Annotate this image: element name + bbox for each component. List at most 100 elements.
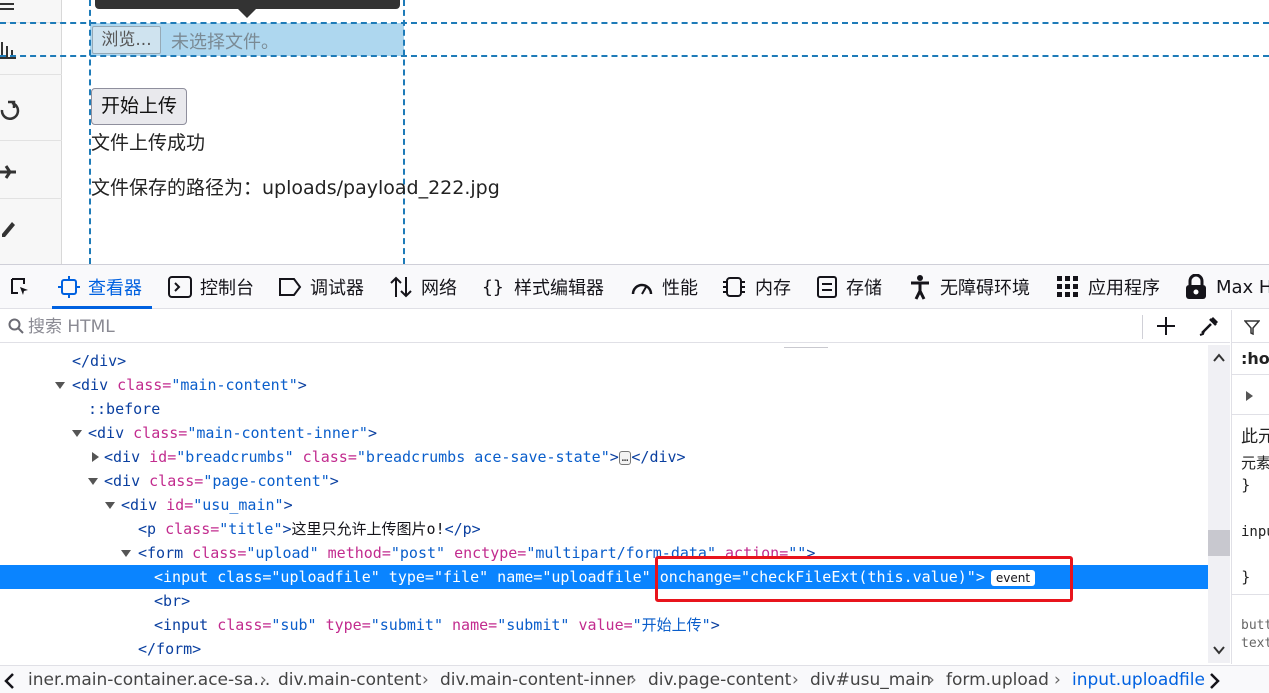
markup-row[interactable]: <p class="title">这里只允许上传图片o!</p> [0,517,1208,541]
tab-label: 无障碍环境 [940,278,1030,299]
expand-toggle[interactable] [72,430,82,437]
markup-scrollbar[interactable] [1208,345,1230,663]
file-input-highlight[interactable]: 浏览... 未选择文件。 [90,23,404,56]
html-search-input[interactable] [28,314,1128,340]
expand-toggle[interactable] [88,478,98,485]
memory-icon [723,277,745,297]
markup-row[interactable]: <div class="main-content"> [0,373,1208,397]
rule-selector: inpu [1241,524,1269,540]
scroll-down-icon[interactable] [1213,645,1225,655]
share-icon[interactable] [0,98,20,122]
active-tab-indicator [52,306,152,309]
attr-name: class= [140,472,204,490]
breadcrumb-item[interactable]: form.upload [946,670,1049,690]
add-node-icon[interactable] [1156,316,1176,336]
markup-row[interactable]: <div id="usu_main"> [0,493,1208,517]
tag: > [297,376,307,394]
tag: <br> [154,592,191,610]
browse-button[interactable]: 浏览... [92,26,161,54]
performance-icon [631,283,653,295]
annotation-highlight-box [655,556,1073,602]
attr-name: class= [124,424,188,442]
tab-memory[interactable]: 内存 [721,265,791,309]
tab-application[interactable]: 应用程序 [1056,265,1160,309]
page-sidebar [0,0,62,264]
expand-toggle[interactable] [92,452,99,462]
pencil-icon[interactable] [0,214,20,238]
tab-label: 调试器 [310,278,364,299]
console-icon [168,276,192,298]
attr-value: "开始上传" [632,616,711,634]
expand-toggle[interactable] [121,550,131,557]
inspector-icon [58,276,80,298]
breadcrumb-scroll-left-icon[interactable] [4,673,16,689]
hover-toggle[interactable]: :hov [1241,349,1269,368]
attr-name: class= [293,448,357,466]
devtools-panel: 查看器 控制台 调试器 网络 {} 样式编辑器 性能 内存 存储 无障碍环境 应… [0,264,1269,693]
collapsed-children-button[interactable]: … [618,450,632,465]
attr-name: method= [318,544,391,562]
tab-network[interactable]: 网络 [389,265,457,309]
tag: <p [138,520,157,538]
attr-name: class= [108,376,172,394]
markup-row[interactable]: <div class="page-content"> [0,469,1208,493]
rule-selector: butt [1241,618,1269,633]
tab-storage[interactable]: 存储 [816,265,882,309]
breadcrumb-separator: › [928,670,935,690]
markup-row[interactable]: </form> [0,637,1208,661]
breadcrumb-separator: › [260,670,267,690]
markup-row[interactable]: </div> [0,349,1208,373]
breadcrumb-item[interactable]: iner.main-container.ace-sa… [28,670,270,690]
element-picker-button[interactable] [8,265,40,309]
tab-console[interactable]: 控制台 [168,265,254,309]
tag: <input [154,568,209,586]
tab-style-editor[interactable]: {} 样式编辑器 [482,265,604,309]
devtools-toolbar: 查看器 控制台 调试器 网络 {} 样式编辑器 性能 内存 存储 无障碍环境 应… [0,265,1269,309]
tab-debugger[interactable]: 调试器 [278,265,364,309]
expand-toggle[interactable] [105,502,115,509]
breadcrumb-item[interactable]: div.page-content [648,670,791,690]
text-node: 这里只允许上传图片o! [291,520,445,538]
tag: > [609,448,619,466]
tab-label: 控制台 [200,278,254,299]
bar-chart-icon[interactable] [0,38,20,62]
tag: <form [138,544,184,562]
markup-row[interactable]: <input class="sub" type="submit" name="s… [0,613,1208,637]
scroll-up-icon[interactable] [1213,353,1225,363]
tab-accessibility[interactable]: 无障碍环境 [908,265,1030,309]
markup-row[interactable]: ::before [0,397,1208,421]
attr-name: class= [156,520,220,538]
tab-label: 应用程序 [1088,278,1160,299]
menu-icon[interactable] [0,0,20,24]
tab-performance[interactable]: 性能 [630,265,698,309]
breadcrumb-separator: › [630,670,637,690]
breadcrumb-separator: › [422,670,429,690]
screen: 浏览... 未选择文件。 开始上传 文件上传成功 文件保存的路径为：upload… [0,0,1269,693]
breadcrumb-item[interactable]: div#usu_main [810,670,931,690]
attr-value: "uploadfile" [542,568,651,586]
breadcrumb-item[interactable]: div.main-content-inner [440,670,633,690]
tab-max-hackbar[interactable]: Max H [1184,265,1269,309]
submit-upload-button[interactable]: 开始上传 [91,88,187,125]
rule-brace: } [1241,476,1251,494]
tab-label: 性能 [662,278,698,299]
markup-row[interactable]: <div class="main-content-inner"> [0,421,1208,445]
markup-scrollbar-thumb[interactable] [1208,530,1230,556]
attr-name: class= [183,544,247,562]
breadcrumb-scroll-right-icon[interactable] [1208,673,1220,689]
guide-line-bottom [0,55,1269,57]
tab-inspector[interactable]: 查看器 [58,265,142,309]
attr-value: "usu_main" [193,496,284,514]
rules-side-panel: :hov 此元 元素 } inpu } butt text [1231,310,1269,664]
attr-value: "title" [219,520,283,538]
breadcrumb-item-current[interactable]: input.uploadfile [1072,670,1205,690]
breadcrumb-item[interactable]: div.main-content [278,670,421,690]
expand-toggle[interactable] [55,382,65,389]
eyedropper-icon[interactable] [1198,315,1220,337]
expand-toggle[interactable] [1246,391,1253,401]
filter-icon[interactable] [1244,319,1260,335]
guide-line-right [403,0,405,264]
markup-row[interactable]: <div id="breadcrumbs" class="breadcrumbs… [0,445,1208,469]
plane-icon[interactable] [0,160,20,184]
tag: <div [104,448,141,466]
